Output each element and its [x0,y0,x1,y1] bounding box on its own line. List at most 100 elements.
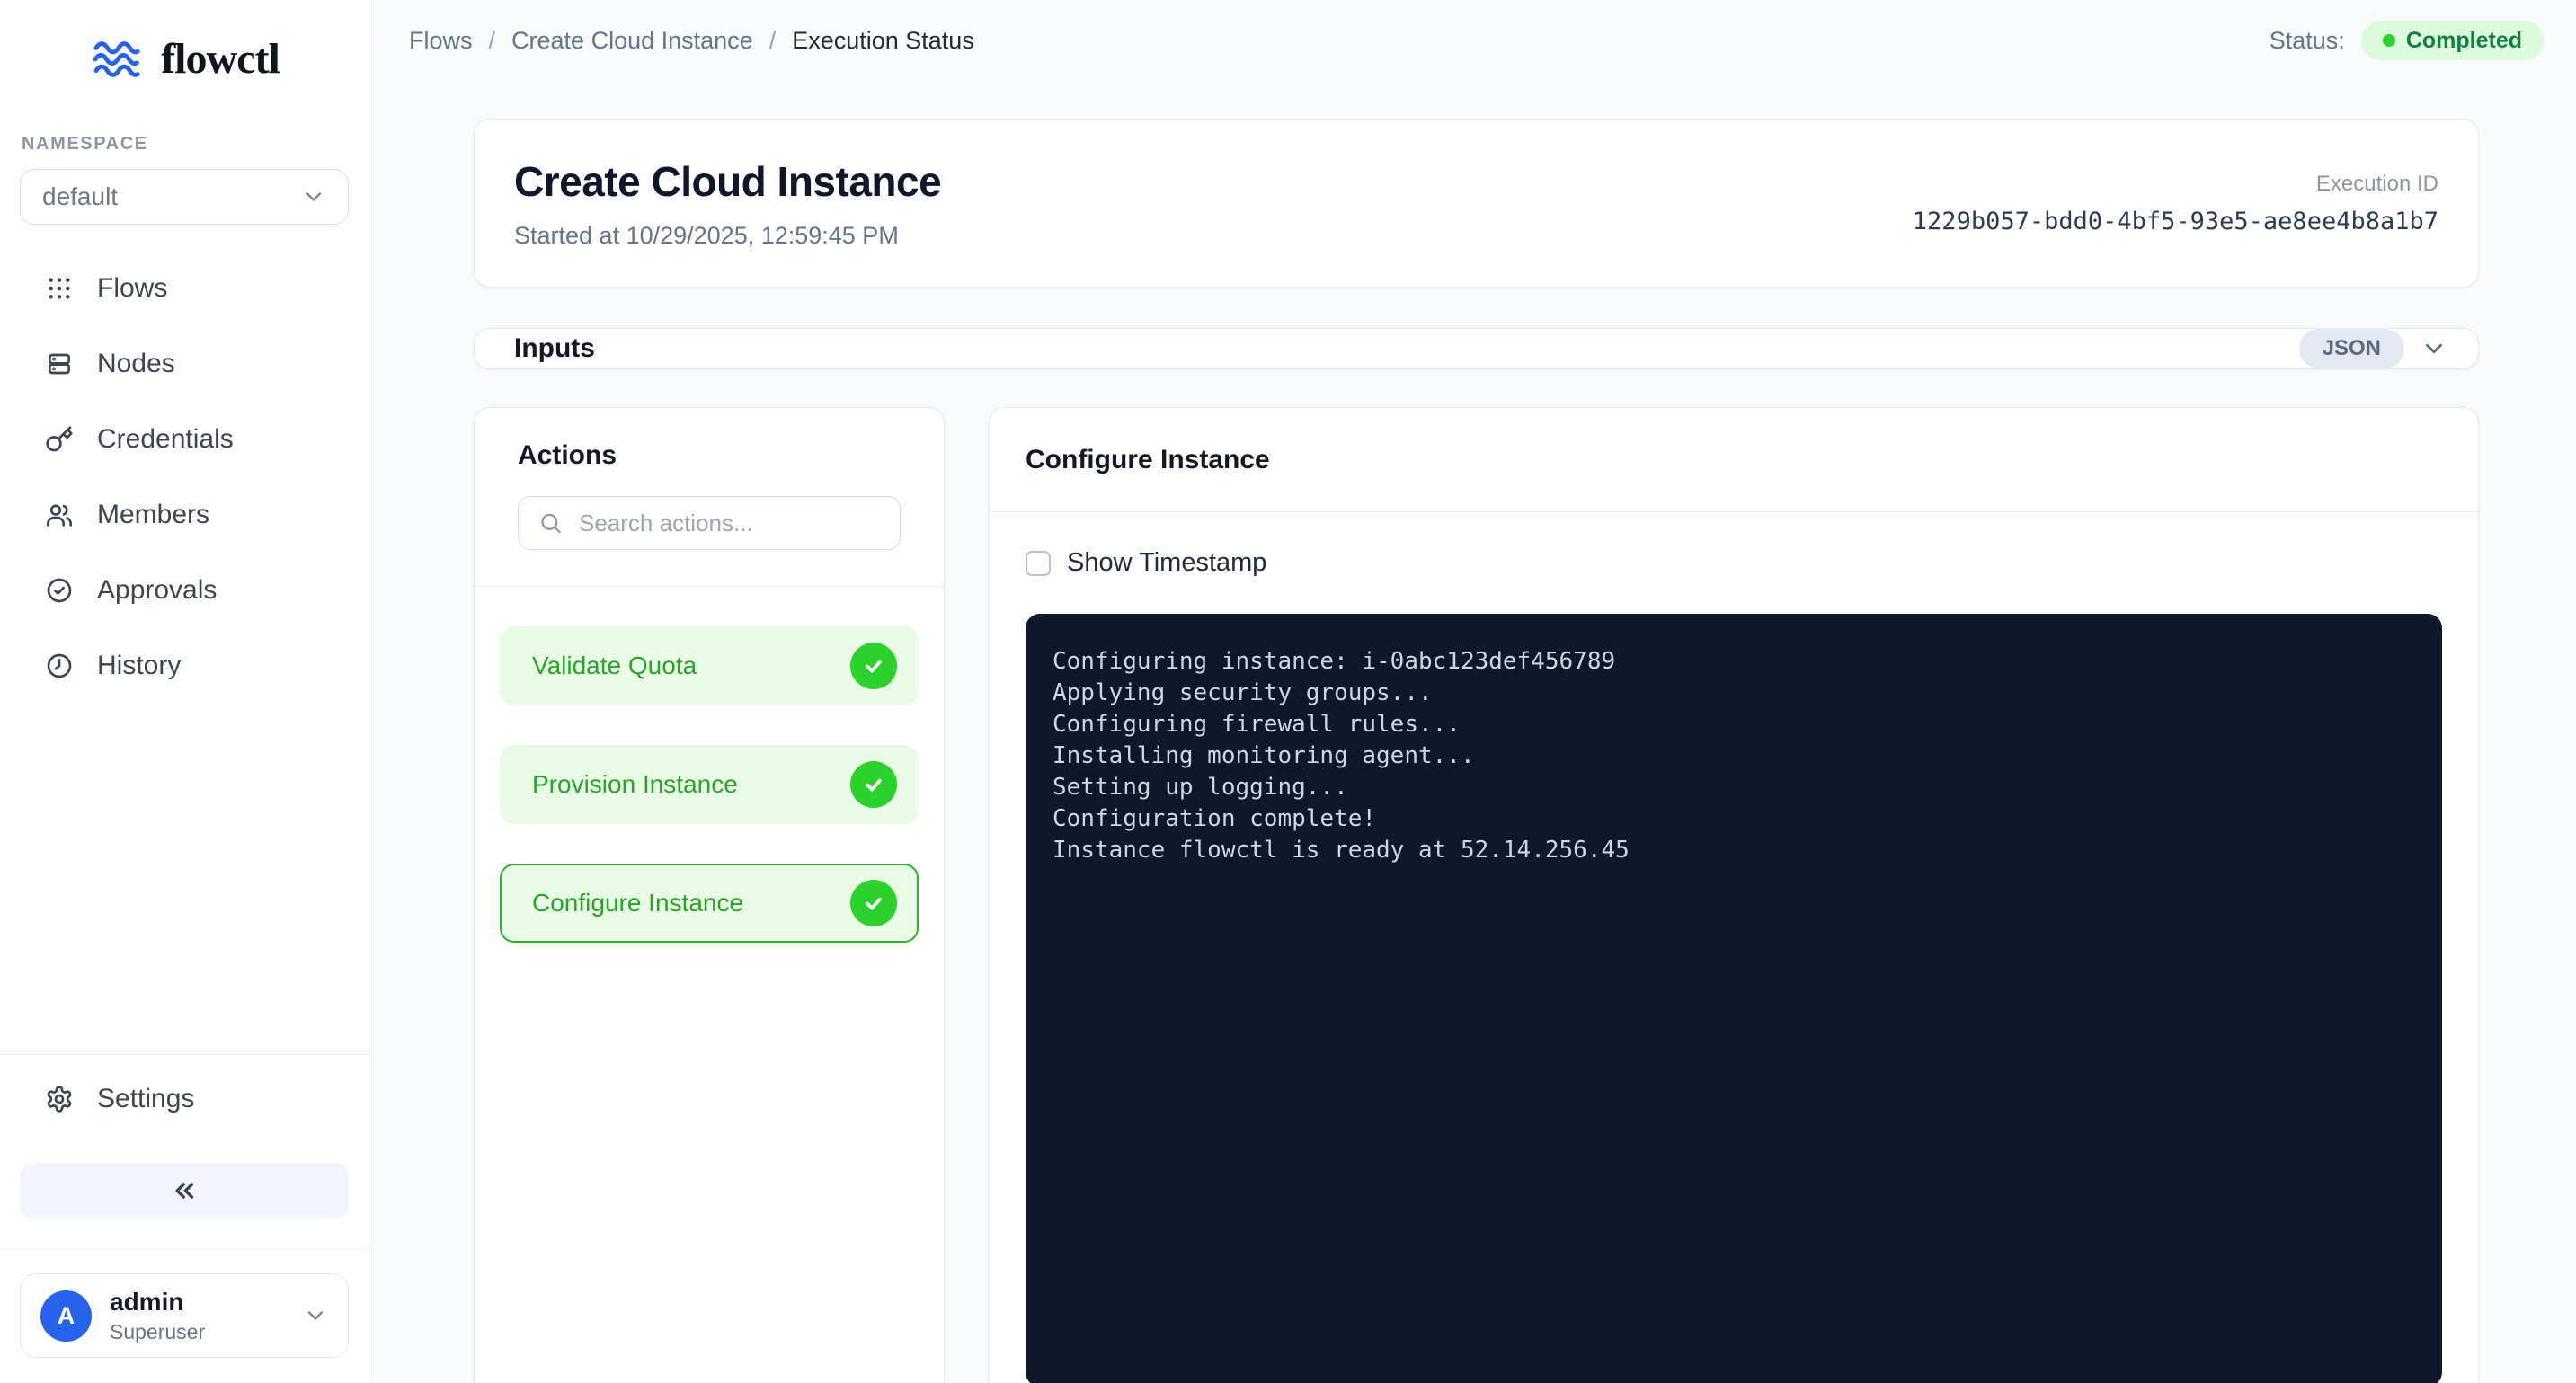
namespace-value: default [42,182,119,210]
inputs-format-badge[interactable]: JSON [2298,329,2404,368]
breadcrumb-separator: / [488,26,496,54]
action-item-label: Validate Quota [532,652,697,679]
gear-icon [47,1086,72,1113]
double-chevron-left-icon [175,1183,194,1199]
log-line: Configuration complete! [1053,805,1377,832]
check-icon [850,880,897,926]
panels-row: Actions Validate Quota [474,407,2479,1383]
log-line: Configuring firewall rules... [1053,711,1461,738]
users-icon [47,504,72,527]
sidebar-item-label: Flows [97,273,168,303]
status-value: Completed [2405,27,2522,53]
log-line: Setting up logging... [1053,774,1348,801]
actions-search-box [518,496,901,550]
logo: flowctl [20,34,349,84]
grid-icon [49,278,70,299]
avatar-initial: A [57,1301,76,1329]
status-label: Status: [2269,26,2345,54]
execution-id-value: 1229b057-bdd0-4bf5-93e5-ae8ee4b8a1b7 [1912,207,2438,235]
user-name: admin [110,1287,184,1316]
detail-title: Configure Instance [1026,444,1270,474]
breadcrumb-flows[interactable]: Flows [409,27,473,55]
breadcrumb-current: Execution Status [792,26,974,54]
sidebar-item-label: Credentials [97,424,234,454]
sidebar-item-history[interactable]: History [20,643,349,688]
actions-title: Actions [518,440,617,470]
action-item-label: Provision Instance [532,770,738,798]
sidebar-item-label: Approvals [97,575,218,605]
main-area: Flows / Create Cloud Instance / Executio… [369,0,2576,1383]
sidebar-item-label: History [97,651,182,680]
inputs-title: Inputs [514,333,595,363]
sidebar-item-nodes[interactable]: Nodes [20,341,349,386]
user-role: Superuser [110,1319,206,1343]
status-row: Status: Completed [2270,21,2544,60]
show-timestamp-row: Show Timestamp [1026,548,2442,578]
namespace-label: NAMESPACE [22,134,148,154]
sidebar-item-label: Members [97,500,210,529]
page-title: Create Cloud Instance [514,157,942,205]
namespace-select[interactable]: default [20,169,349,225]
actions-header: Actions [475,408,944,587]
show-timestamp-checkbox[interactable] [1026,550,1051,576]
sidebar-item-label: Nodes [97,349,175,378]
sidebar-item-members[interactable]: Members [20,492,349,537]
user-menu[interactable]: A admin Superuser [20,1273,349,1358]
log-line: Instance flowctl is ready at 52.14.256.4… [1053,837,1630,864]
search-input[interactable] [579,509,880,537]
breadcrumb-separator: / [768,26,777,54]
action-item-label: Configure Instance [532,889,744,917]
chevron-down-icon [307,1311,324,1320]
key-icon [46,426,73,452]
clock-icon [47,653,72,678]
log-line: Configuring instance: i-0abc123def456789 [1053,648,1616,675]
show-timestamp-label: Show Timestamp [1067,548,1267,577]
content: Create Cloud Instance Started at 10/29/2… [369,81,2576,1383]
inputs-controls: JSON [2298,329,2447,368]
sidebar-item-settings[interactable]: Settings [20,1077,349,1121]
action-item-validate-quota[interactable]: Validate Quota [500,626,919,705]
server-icon [49,353,70,375]
log-line: Installing monitoring agent... [1053,742,1475,769]
execution-id-label: Execution ID [2315,171,2438,196]
avatar: A [40,1290,92,1342]
status-badge: Completed [2360,21,2544,60]
waves-logo-icon [93,40,140,77]
execution-started-at: Started at 10/29/2025, 12:59:45 PM [514,221,899,249]
sidebar-item-label: Settings [97,1084,195,1113]
sidebar: flowctl NAMESPACE default Flows Nodes Cr… [0,0,369,1383]
sidebar-nav: Flows Nodes Credentials Members Approval… [20,266,349,688]
chevron-down-icon [2426,343,2442,354]
sidebar-collapse-button[interactable] [20,1163,349,1219]
log-output-terminal: Configuring instance: i-0abc123def456789… [1026,614,2442,1383]
search-icon [541,513,561,534]
execution-summary-card: Create Cloud Instance Started at 10/29/2… [474,119,2479,288]
check-icon [850,761,897,808]
sidebar-item-flows[interactable]: Flows [20,266,349,311]
action-detail-panel: Configure Instance Show Timestamp Config… [989,407,2479,1383]
detail-header: Configure Instance [990,408,2478,512]
topbar: Flows / Create Cloud Instance / Executio… [369,0,2576,81]
app-root: flowctl NAMESPACE default Flows Nodes Cr… [0,0,2576,1383]
execution-summary-left: Create Cloud Instance Started at 10/29/2… [514,157,942,250]
chevron-down-icon [306,192,322,201]
brand-wordmark: flowctl [161,35,280,83]
sidebar-item-credentials[interactable]: Credentials [20,417,349,462]
breadcrumb: Flows / Create Cloud Instance / Executio… [409,27,974,55]
log-line: Applying security groups... [1053,679,1433,706]
inputs-expand-button[interactable] [2421,335,2447,362]
action-item-provision-instance[interactable]: Provision Instance [500,745,919,824]
check-circle-icon [47,578,72,603]
inputs-card: Inputs JSON [474,328,2479,369]
user-meta: admin Superuser [110,1288,205,1344]
status-dot-icon [2382,34,2395,47]
execution-id-block: Execution ID 1229b057-bdd0-4bf5-93e5-ae8… [1913,172,2438,235]
check-icon [850,643,897,689]
detail-body: Show Timestamp Configuring instance: i-0… [990,512,2478,1383]
breadcrumb-create-cloud-instance[interactable]: Create Cloud Instance [511,27,753,55]
sidebar-divider [0,1054,369,1055]
sidebar-item-approvals[interactable]: Approvals [20,568,349,613]
actions-panel: Actions Validate Quota [474,407,945,1383]
action-item-configure-instance[interactable]: Configure Instance [500,864,919,943]
